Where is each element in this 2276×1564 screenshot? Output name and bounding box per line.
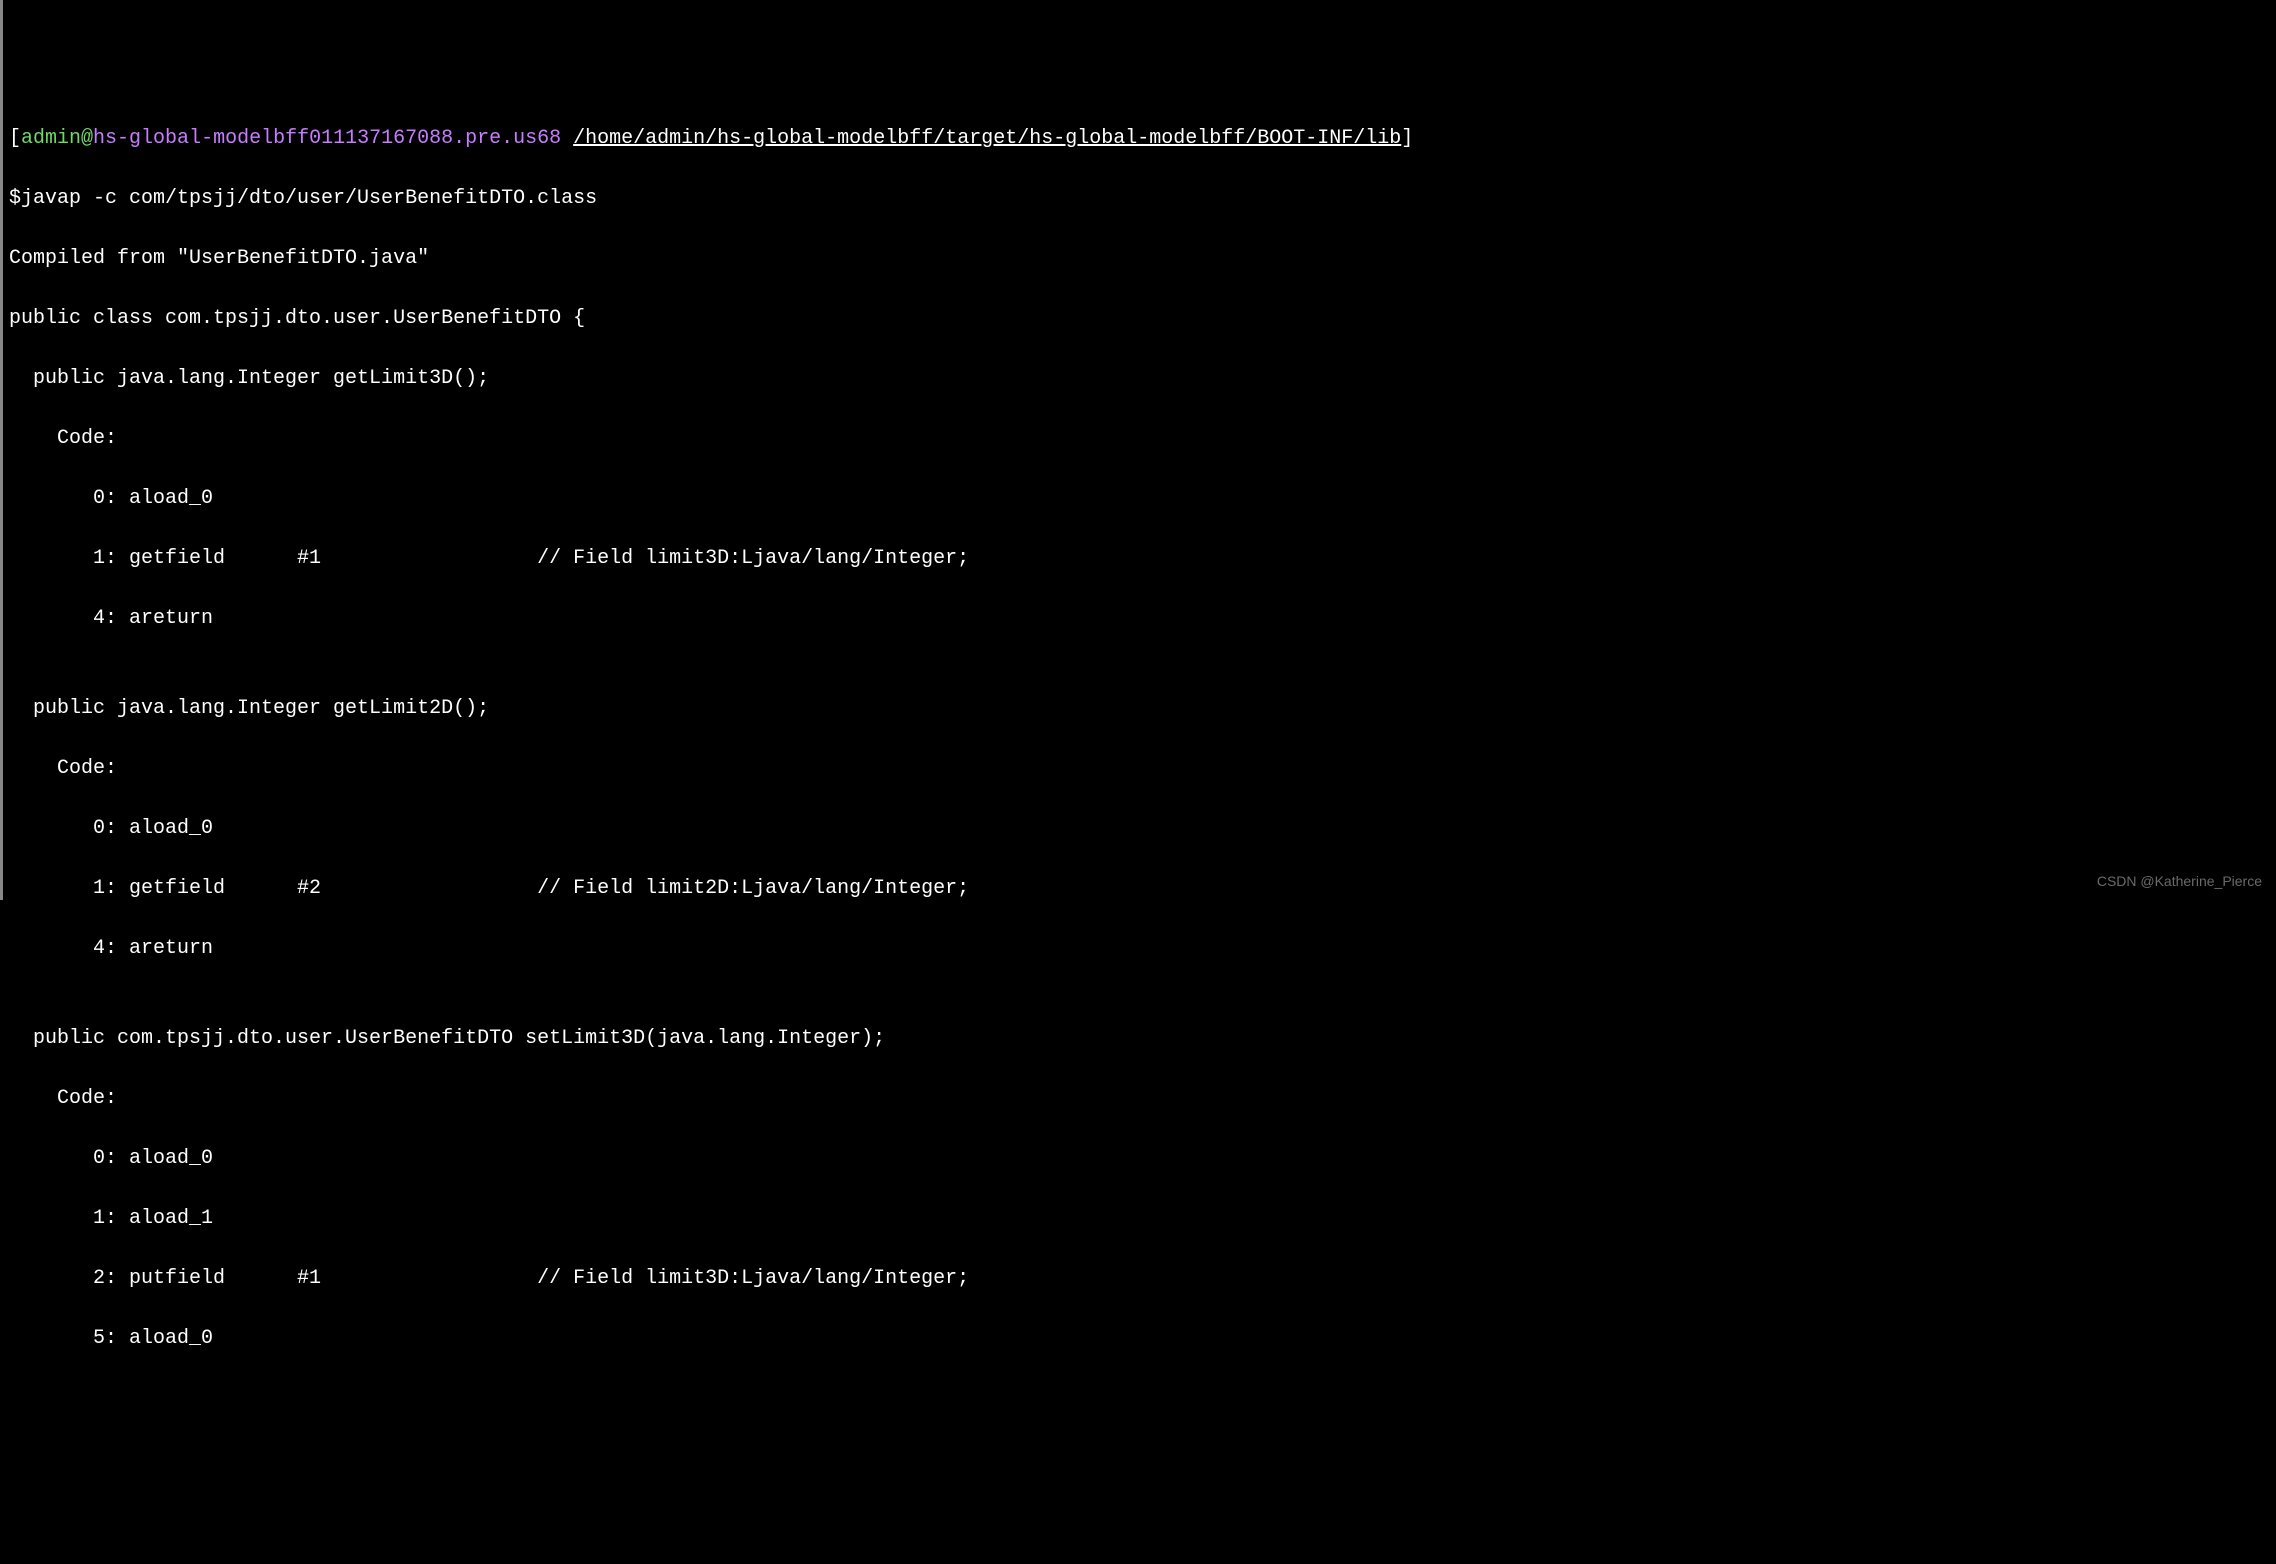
prompt-user: admin [21,127,81,150]
watermark: CSDN @Katherine_Pierce [2097,871,2262,892]
output-line: 2: putfield #1 // Field limit3D:Ljava/la… [9,1264,2270,1294]
output-line: Code: [9,424,2270,454]
output-line: 0: aload_0 [9,814,2270,844]
command-line[interactable]: $javap -c com/tpsjj/dto/user/UserBenefit… [9,184,2270,214]
prompt-at: @ [81,127,93,150]
output-line: 1: getfield #1 // Field limit3D:Ljava/la… [9,544,2270,574]
output-line: 4: areturn [9,604,2270,634]
shell-prompt: [admin@hs-global-modelbff011137167088.pr… [9,124,2270,154]
prompt-close-bracket: ] [1401,127,1413,150]
output-line: Code: [9,1084,2270,1114]
output-line: 5: aload_0 [9,1324,2270,1354]
output-line: 0: aload_0 [9,484,2270,514]
output-line: 0: aload_0 [9,1144,2270,1174]
output-line: Code: [9,754,2270,784]
prompt-open-bracket: [ [9,127,21,150]
output-line: public class com.tpsjj.dto.user.UserBene… [9,304,2270,334]
output-line: 4: areturn [9,934,2270,964]
output-line: Compiled from "UserBenefitDTO.java" [9,244,2270,274]
output-line: 1: aload_1 [9,1204,2270,1234]
output-line: public java.lang.Integer getLimit2D(); [9,694,2270,724]
output-line: public java.lang.Integer getLimit3D(); [9,364,2270,394]
output-line: public com.tpsjj.dto.user.UserBenefitDTO… [9,1024,2270,1054]
prompt-space [561,127,573,150]
prompt-host: hs-global-modelbff011137167088.pre.us68 [93,127,561,150]
prompt-path: /home/admin/hs-global-modelbff/target/hs… [573,127,1401,150]
